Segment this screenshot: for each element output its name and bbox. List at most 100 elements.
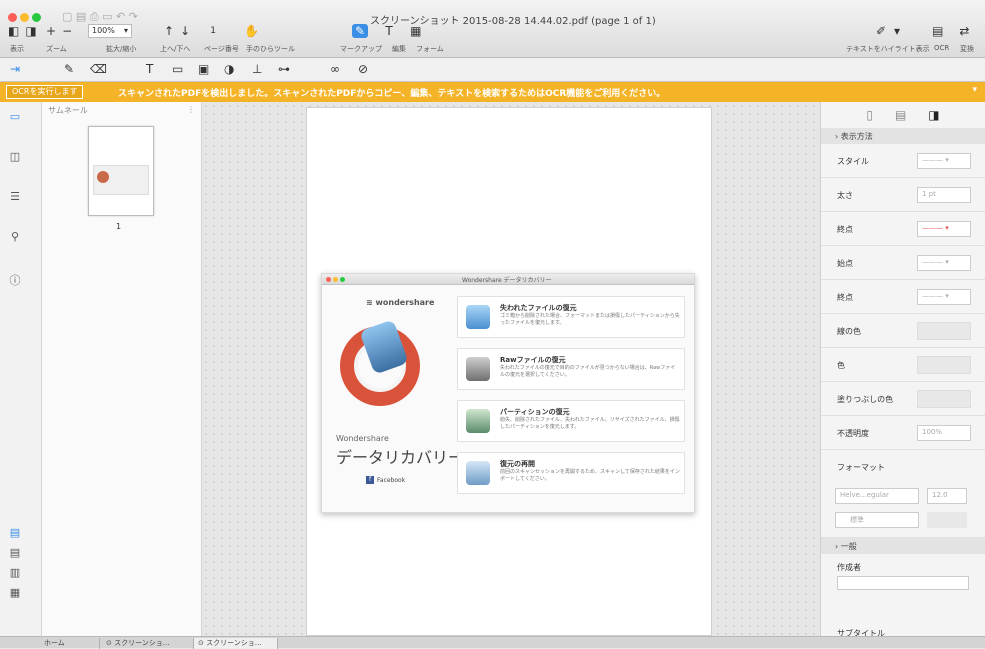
startpoint-select[interactable]: ——— ▾ bbox=[917, 255, 971, 271]
bookmark-icon[interactable]: ◫ bbox=[6, 150, 24, 163]
endpoint-label: 終点 bbox=[837, 225, 853, 234]
thumbnail-header: サムネール ⋮ bbox=[42, 102, 201, 118]
pdf-page[interactable]: Wondershare データリカバリー ≋ wondershare Wonde… bbox=[306, 107, 712, 636]
search-icon[interactable]: ⚲ bbox=[6, 230, 24, 243]
endpoint2-row: 終点 ——— ▾ bbox=[821, 280, 985, 314]
zoom-level-group: 100% ▾ bbox=[88, 24, 132, 38]
edit-mode-icon[interactable]: T bbox=[384, 24, 394, 38]
hand-tool-icon[interactable]: ✋ bbox=[244, 24, 259, 38]
document-props-icon[interactable]: ▤ bbox=[895, 108, 906, 122]
highlight-menu-icon[interactable]: ▾ bbox=[892, 24, 902, 38]
thumbnail-menu-icon[interactable]: ⋮ bbox=[187, 105, 195, 115]
general-section-header[interactable]: › 一般 bbox=[821, 538, 985, 554]
facebook-link: f Facebook bbox=[366, 476, 405, 484]
recovery-card: 失われたファイルの復元 ゴミ箱から削除された場合、フォーマットまたは損傷したパー… bbox=[457, 296, 685, 338]
pen-icon[interactable]: ✎ bbox=[64, 62, 74, 76]
tab-screenshot-2[interactable]: ⊙ スクリーンショ… bbox=[194, 638, 278, 649]
font-select[interactable]: Helve...egular bbox=[835, 488, 919, 504]
style-select[interactable]: ——— ▾ bbox=[917, 153, 971, 169]
eraser-icon[interactable]: ⌫ bbox=[90, 62, 107, 76]
continuous-page-icon[interactable]: ▤ bbox=[6, 546, 24, 559]
embedded-zoom-dot bbox=[340, 277, 345, 282]
width-stepper[interactable]: 1 pt bbox=[917, 187, 971, 203]
sidebar-view-icon[interactable]: ◧ bbox=[8, 24, 19, 38]
format-label: フォーマット bbox=[837, 463, 885, 472]
page-number-label: ページ番号 bbox=[204, 45, 239, 53]
zoom-out-button[interactable]: − bbox=[62, 24, 72, 38]
startpoint-row: 始点 ——— ▾ bbox=[821, 246, 985, 280]
page-up-button[interactable]: ↑ bbox=[164, 24, 174, 38]
color-row: 色 bbox=[821, 348, 985, 382]
thumbnail-title: サムネール bbox=[48, 106, 88, 115]
clip-icon[interactable]: ⊘ bbox=[358, 62, 368, 76]
cursor-icon[interactable]: ⇥ bbox=[10, 62, 20, 76]
line-color-label: 線の色 bbox=[837, 327, 861, 336]
tab-screenshot-1[interactable]: ⊙ スクリーンショ… bbox=[102, 638, 194, 649]
zoom-group: + − bbox=[46, 24, 72, 38]
properties-panel: ▯ ▤ ◨ › 表示方法 スタイル ——— ▾ 太さ 1 pt 終点 ——— ▾… bbox=[820, 102, 985, 638]
close-window-button[interactable] bbox=[8, 13, 17, 22]
view-label: 表示 bbox=[10, 45, 24, 53]
run-ocr-button[interactable]: OCRを実行します bbox=[6, 85, 84, 99]
embedded-minimize-dot bbox=[333, 277, 338, 282]
page-props-icon[interactable]: ▯ bbox=[866, 108, 873, 122]
text-tool-icon[interactable]: T bbox=[146, 62, 153, 76]
single-page-icon[interactable]: ▤ bbox=[6, 526, 24, 539]
mode-group: ✎ T ▦ bbox=[352, 24, 421, 38]
grid-view-icon[interactable]: ▦ bbox=[6, 586, 24, 599]
ocr-banner: OCRを実行します スキャンされたPDFを検出しました。スキャンされたPDFから… bbox=[0, 82, 985, 102]
page-down-button[interactable]: ↓ bbox=[180, 24, 190, 38]
ocr-icon[interactable]: ▤ bbox=[932, 24, 943, 38]
font-size-stepper[interactable]: 12.0 bbox=[927, 488, 967, 504]
endpoint-select[interactable]: ——— ▾ bbox=[917, 221, 971, 237]
card-title: パーティションの復元 bbox=[500, 408, 570, 416]
link-icon[interactable]: ∞ bbox=[330, 62, 340, 76]
zoom-window-button[interactable] bbox=[32, 13, 41, 22]
minimize-window-button[interactable] bbox=[20, 13, 29, 22]
thumbnail-icon[interactable]: ▭ bbox=[6, 110, 24, 123]
raw-files-icon bbox=[466, 357, 490, 381]
style-label: スタイル bbox=[837, 157, 869, 166]
document-canvas[interactable]: Wondershare データリカバリー ≋ wondershare Wonde… bbox=[202, 102, 820, 636]
outline-icon[interactable]: ☰ bbox=[6, 190, 24, 203]
opacity-stepper[interactable]: 100% bbox=[917, 425, 971, 441]
comment-icon[interactable]: ▭ bbox=[172, 62, 183, 76]
convert-icon[interactable]: ⇄ bbox=[959, 24, 969, 38]
display-section-header[interactable]: › 表示方法 bbox=[821, 128, 985, 144]
page-nav-group: ↑ ↓ 1 ✋ bbox=[164, 24, 259, 38]
banner-dropdown-icon[interactable]: ▾ bbox=[972, 85, 977, 95]
fill-color-label: 塗りつぶしの色 bbox=[837, 395, 894, 404]
endpoint2-select[interactable]: ——— ▾ bbox=[917, 289, 971, 305]
author-input[interactable] bbox=[837, 576, 969, 590]
two-page-view-icon[interactable]: ◨ bbox=[25, 24, 36, 38]
textbox-icon[interactable]: ▣ bbox=[198, 62, 209, 76]
color-swatch[interactable] bbox=[917, 356, 971, 374]
zoom-select[interactable]: 100% ▾ bbox=[88, 24, 132, 38]
highlight-text-icon[interactable]: ✐ bbox=[876, 24, 886, 38]
thumbnail-panel: サムネール ⋮ 1 bbox=[42, 102, 202, 636]
info-icon[interactable]: ⓘ bbox=[6, 272, 24, 288]
markup-mode-icon[interactable]: ✎ bbox=[352, 24, 369, 38]
convert-label: 変換 bbox=[960, 45, 974, 53]
fill-color-swatch[interactable] bbox=[917, 390, 971, 408]
two-page-icon[interactable]: ▥ bbox=[6, 566, 24, 579]
document-tab-bar: ホーム ⊙ スクリーンショ… ⊙ スクリーンショ… bbox=[0, 636, 985, 649]
page-number-input[interactable]: 1 bbox=[208, 24, 218, 38]
page-thumbnail[interactable] bbox=[88, 126, 154, 216]
align-select[interactable]: 標準 bbox=[835, 512, 919, 528]
form-mode-icon[interactable]: ▦ bbox=[410, 24, 421, 38]
line-color-swatch[interactable] bbox=[917, 322, 971, 340]
brand-subtitle: Wondershare bbox=[336, 434, 389, 443]
properties-tabs: ▯ ▤ ◨ bbox=[821, 102, 985, 128]
tab-home[interactable]: ホーム bbox=[40, 638, 100, 649]
stamp-icon[interactable]: ⊥ bbox=[252, 62, 262, 76]
startpoint-label: 始点 bbox=[837, 259, 853, 268]
shape-icon[interactable]: ◑ bbox=[224, 62, 234, 76]
embedded-screenshot: Wondershare データリカバリー ≋ wondershare Wonde… bbox=[321, 273, 695, 513]
zoom-in-button[interactable]: + bbox=[46, 24, 56, 38]
attachment-icon[interactable]: ⊶ bbox=[278, 62, 290, 76]
font-color-swatch[interactable] bbox=[927, 512, 967, 528]
annotation-props-icon[interactable]: ◨ bbox=[928, 108, 939, 122]
author-row: 作成者 bbox=[821, 554, 985, 594]
title-toolbar: ▢ ▤ ⎙ ▭ ↶ ↷ スクリーンショット 2015-08-28 14.44.0… bbox=[0, 0, 985, 58]
